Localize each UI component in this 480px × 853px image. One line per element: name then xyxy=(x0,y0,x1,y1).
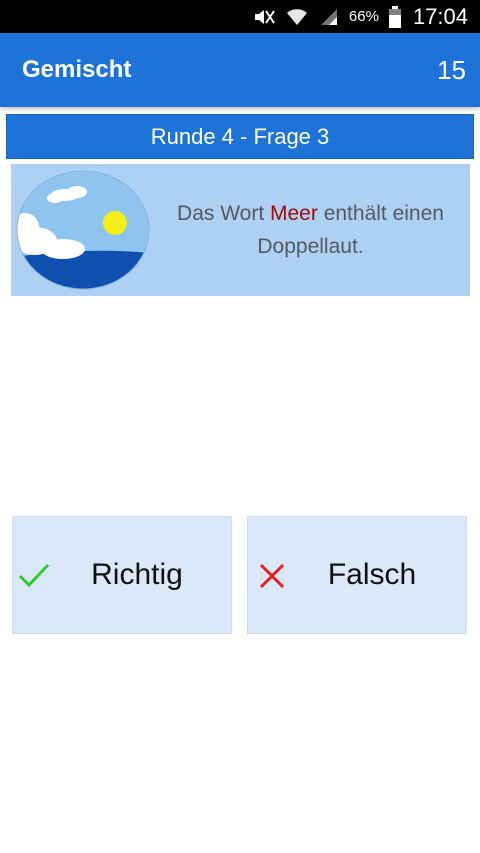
score-counter: 15 xyxy=(437,54,466,85)
richtig-button[interactable]: Richtig xyxy=(12,516,232,634)
question-card: Das Wort Meer enthält einen Doppellaut. xyxy=(11,164,470,296)
mute-icon xyxy=(253,7,275,27)
status-bar: 66% 17:04 xyxy=(0,0,480,33)
round-label: Runde 4 - Frage 3 xyxy=(150,123,330,149)
question-text-before: Das Wort xyxy=(177,202,270,225)
battery-icon xyxy=(388,5,401,28)
signal-icon xyxy=(319,7,339,27)
app-bar: Gemischt 15 xyxy=(0,33,480,107)
clock: 17:04 xyxy=(412,3,468,29)
sea-sun-illustration xyxy=(16,170,150,290)
question-text: Das Wort Meer enthält einen Doppellaut. xyxy=(151,197,470,263)
round-banner: Runde 4 - Frage 3 xyxy=(6,114,474,159)
battery-percentage: 66% xyxy=(348,8,379,25)
wifi-icon xyxy=(285,7,309,27)
falsch-button[interactable]: Falsch xyxy=(247,516,467,634)
checkmark-icon xyxy=(18,563,50,588)
cross-icon xyxy=(259,563,285,589)
app-title: Gemischt xyxy=(22,56,132,83)
question-highlight-word: Meer xyxy=(270,202,318,225)
